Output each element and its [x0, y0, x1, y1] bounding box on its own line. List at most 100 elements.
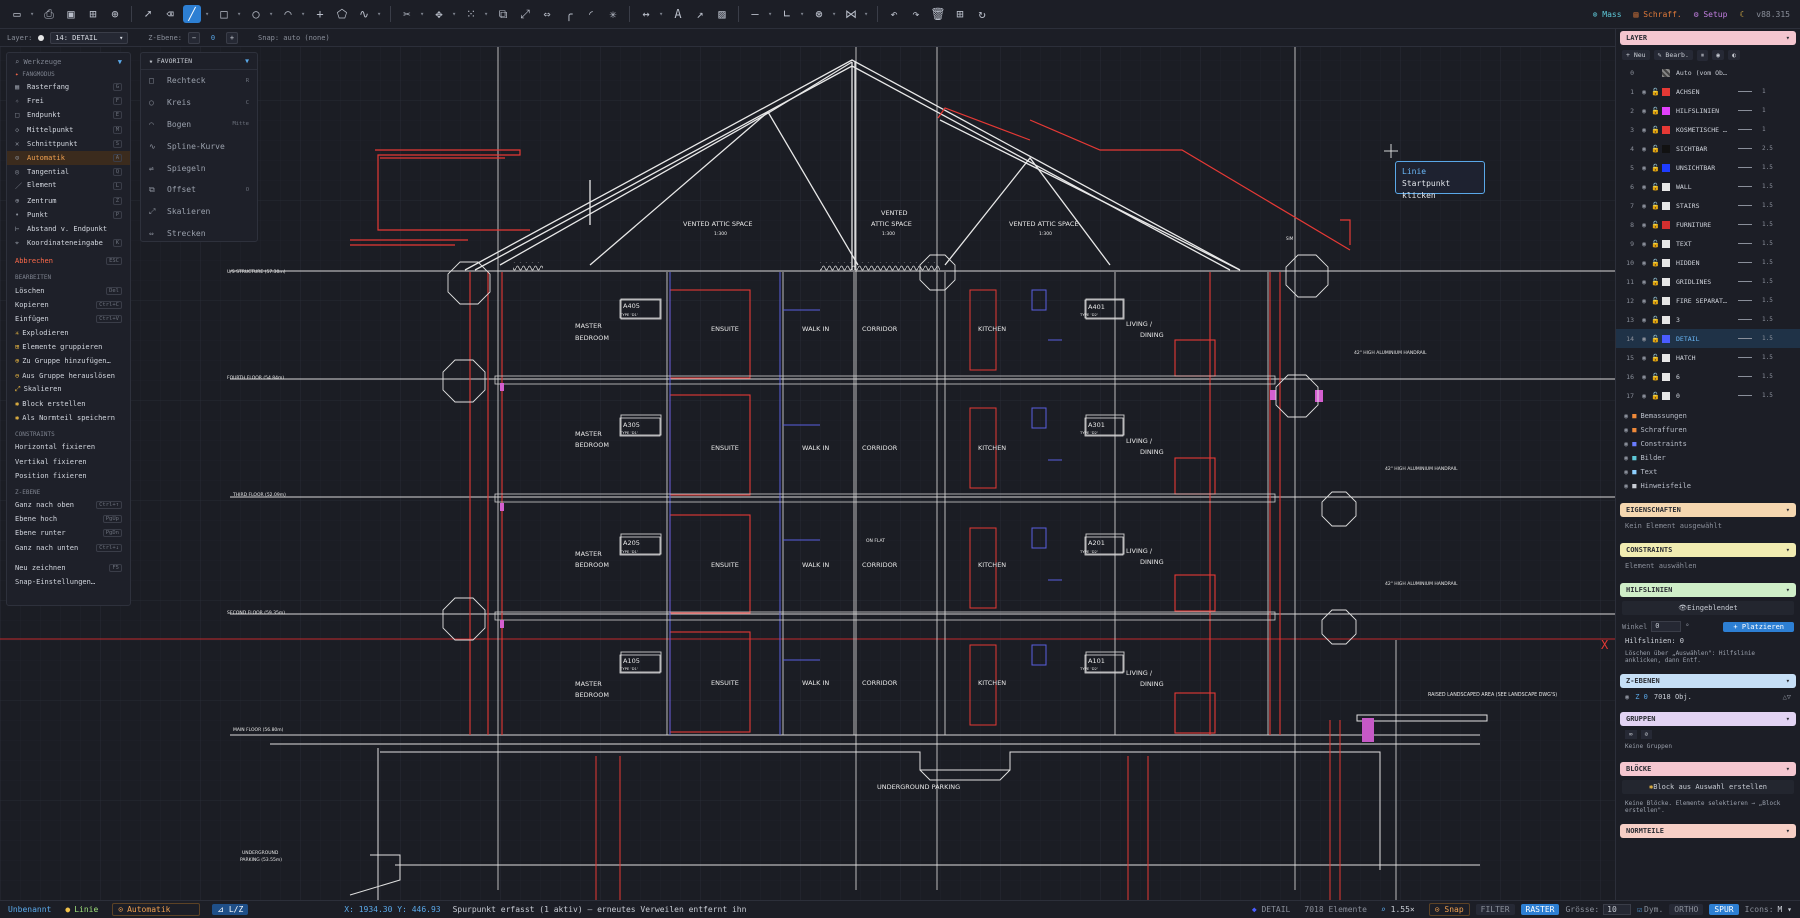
- spur-toggle[interactable]: SPUR: [1709, 904, 1739, 915]
- eye-icon[interactable]: ◉: [1642, 335, 1651, 343]
- chevron-down-icon[interactable]: ▾: [484, 10, 490, 18]
- layer-row[interactable]: 15 ◉ 🔓 HATCH 1.5: [1616, 348, 1800, 367]
- eye-icon[interactable]: ◉: [1624, 440, 1628, 448]
- redo-icon[interactable]: ↷: [907, 5, 925, 23]
- menu-item-snap[interactable]: ◇ Mittelpunkt M: [7, 123, 130, 137]
- eye-icon[interactable]: ◉: [1642, 278, 1651, 286]
- layer-color-swatch[interactable]: [1662, 163, 1670, 172]
- menu-item-edit[interactable]: Löschen Del: [7, 283, 130, 297]
- lock-icon[interactable]: 🔓: [1651, 183, 1660, 191]
- linetype-icon[interactable]: —: [746, 5, 764, 23]
- eye-icon[interactable]: ◉: [1624, 468, 1628, 476]
- print-icon[interactable]: ⎙: [40, 5, 58, 23]
- menu-item-neu-zeichnen[interactable]: Neu zeichnen F5: [7, 561, 130, 575]
- layer-color-swatch[interactable]: [1662, 334, 1670, 343]
- scale-icon[interactable]: ⤢: [516, 5, 534, 23]
- layer-color-swatch[interactable]: [1662, 144, 1670, 153]
- menu-item-snap[interactable]: ◎ Tangential Q: [7, 165, 130, 179]
- chevron-down-icon[interactable]: ▾: [420, 10, 426, 18]
- eye-icon[interactable]: ◉: [1642, 145, 1651, 153]
- lock-icon[interactable]: 🔓: [1651, 373, 1660, 381]
- menu-item-snap[interactable]: ⊙ Automatik A: [7, 150, 130, 166]
- layer-row[interactable]: 14 ◉ 🔓 DETAIL 1.5: [1616, 329, 1800, 348]
- layer-row[interactable]: 5 ◉ 🔓 UNSICHTBAR 1.5: [1616, 158, 1800, 177]
- eye-icon[interactable]: ◉: [1642, 221, 1651, 229]
- eye-icon[interactable]: ◉: [1624, 412, 1628, 420]
- layer-row[interactable]: 17 ◉ 🔓 0 1.5: [1616, 386, 1800, 405]
- zebene-row[interactable]: ◉ Z 0 7018 Obj. △▽: [1616, 690, 1800, 704]
- eye-icon[interactable]: ◉: [1624, 426, 1628, 434]
- menu-item-snap[interactable]: ✕ Schnittpunkt S: [7, 137, 130, 151]
- layer-row[interactable]: 3 ◉ 🔓 KOSMETISCHE … 1: [1616, 120, 1800, 139]
- text-tool-icon[interactable]: A: [669, 5, 687, 23]
- table-icon[interactable]: ⊞: [84, 5, 102, 23]
- favorite-item[interactable]: □ Rechteck R: [141, 70, 257, 92]
- polygon-tool-icon[interactable]: ⬠: [333, 5, 351, 23]
- layer-color-swatch[interactable]: [1662, 87, 1670, 96]
- dimension-icon[interactable]: ↔: [637, 5, 655, 23]
- layer-color-swatch[interactable]: [1662, 106, 1670, 115]
- snap-settings-icon[interactable]: ⊛: [810, 5, 828, 23]
- explode-icon[interactable]: ✳: [604, 5, 622, 23]
- layer-color-swatch[interactable]: [1662, 258, 1670, 267]
- menu-item-zebene[interactable]: Ebene runter PgDn: [7, 526, 130, 540]
- layer-select[interactable]: 14: DETAIL ▾: [50, 31, 129, 44]
- layer-row[interactable]: 11 ◉ 🔓 GRIDLINES 1.5: [1616, 272, 1800, 291]
- menu-item-snap[interactable]: • Punkt P: [7, 208, 130, 222]
- lock-icon[interactable]: 🔓: [1651, 278, 1660, 286]
- category-row[interactable]: ◉ ■ Constraints: [1616, 437, 1800, 451]
- constraints-header[interactable]: CONSTRAINTS ▾: [1620, 543, 1796, 557]
- mass-toggle[interactable]: ⊚ Mass: [1593, 10, 1622, 19]
- lock-icon[interactable]: 🔓: [1651, 202, 1660, 210]
- lock-icon[interactable]: 🔓: [1651, 164, 1660, 172]
- layer-color-swatch[interactable]: [1662, 391, 1670, 400]
- chevron-down-icon[interactable]: ▾: [452, 10, 458, 18]
- lock-icon[interactable]: 🔓: [1651, 354, 1660, 362]
- setup-button[interactable]: ⚙ Setup: [1694, 10, 1728, 19]
- layer-eye-icon[interactable]: ◉: [1712, 50, 1725, 60]
- layer-color-swatch[interactable]: [1662, 353, 1670, 362]
- menu-item-snap[interactable]: ⌖ Koordinateneingabe K: [7, 236, 130, 250]
- chevron-down-icon[interactable]: ▾: [377, 10, 383, 18]
- lock-icon[interactable]: 🔓: [1651, 259, 1660, 267]
- layer-row[interactable]: 2 ◉ 🔓 HILFSLINIEN 1: [1616, 101, 1800, 120]
- chevron-down-icon[interactable]: ▾: [30, 10, 36, 18]
- lock-icon[interactable]: 🔓: [1651, 316, 1660, 324]
- lock-icon[interactable]: 🔓: [1651, 145, 1660, 153]
- eye-icon[interactable]: ◉: [1642, 316, 1651, 324]
- layer-row[interactable]: 12 ◉ 🔓 FIRE SEPARAT… 1.5: [1616, 291, 1800, 310]
- menu-item-edit[interactable]: ✱ Block erstellen: [7, 397, 130, 411]
- leader-icon[interactable]: ↗: [691, 5, 709, 23]
- hilfslinien-header[interactable]: HILFSLINIEN ▾: [1620, 583, 1796, 597]
- layer-row-auto[interactable]: 0 Auto (vom Ob…: [1616, 63, 1800, 82]
- moon-icon[interactable]: ☾: [1739, 10, 1744, 19]
- category-row[interactable]: ◉ ■ Bemassungen: [1616, 409, 1800, 423]
- layer-lock-icon[interactable]: ⏸: [1696, 49, 1709, 61]
- layer-color-swatch[interactable]: [1662, 239, 1670, 248]
- raster-toggle[interactable]: RASTER: [1520, 904, 1560, 915]
- favorite-item[interactable]: ⇌ Spiegeln: [141, 157, 257, 179]
- layer-row[interactable]: 6 ◉ 🔓 WALL 1.5: [1616, 177, 1800, 196]
- layer-visibility-icon[interactable]: ◐: [1728, 50, 1740, 60]
- dym-checkbox[interactable]: ☑: [1637, 905, 1642, 914]
- layer-color-swatch[interactable]: [1662, 201, 1670, 210]
- link-icon[interactable]: ∞: [1625, 730, 1637, 739]
- image-icon[interactable]: ▣: [62, 5, 80, 23]
- menu-item-constraint[interactable]: Vertikal fixieren: [7, 455, 130, 469]
- layer-row[interactable]: 16 ◉ 🔓 6 1.5: [1616, 367, 1800, 386]
- layer-row[interactable]: 7 ◉ 🔓 STAIRS 1.5: [1616, 196, 1800, 215]
- eye-icon[interactable]: ◉: [1642, 88, 1651, 96]
- menu-item-abbrechen[interactable]: Abbrechen ESC: [7, 254, 130, 268]
- lock-icon[interactable]: 🔓: [1651, 335, 1660, 343]
- chevron-down-icon[interactable]: ▾: [800, 10, 806, 18]
- menu-item-zebene[interactable]: Ganz nach oben Ctrl+↑: [7, 498, 130, 512]
- gruppen-header[interactable]: GRUPPEN ▾: [1620, 712, 1796, 726]
- favorite-item[interactable]: ∿ Spline-Kurve: [141, 135, 257, 157]
- folder-icon[interactable]: ▭: [8, 5, 26, 23]
- menu-item-edit[interactable]: ⊞ Elemente gruppieren: [7, 340, 130, 354]
- place-guide-button[interactable]: + Platzieren: [1723, 621, 1794, 632]
- favorite-item[interactable]: ◠ Bogen Mitte: [141, 114, 257, 136]
- layer-color-swatch[interactable]: [1662, 296, 1670, 305]
- zoom-indicator[interactable]: ⌕ 1.55×: [1381, 905, 1415, 914]
- menu-item-edit[interactable]: ⤢ Skalieren: [7, 383, 130, 397]
